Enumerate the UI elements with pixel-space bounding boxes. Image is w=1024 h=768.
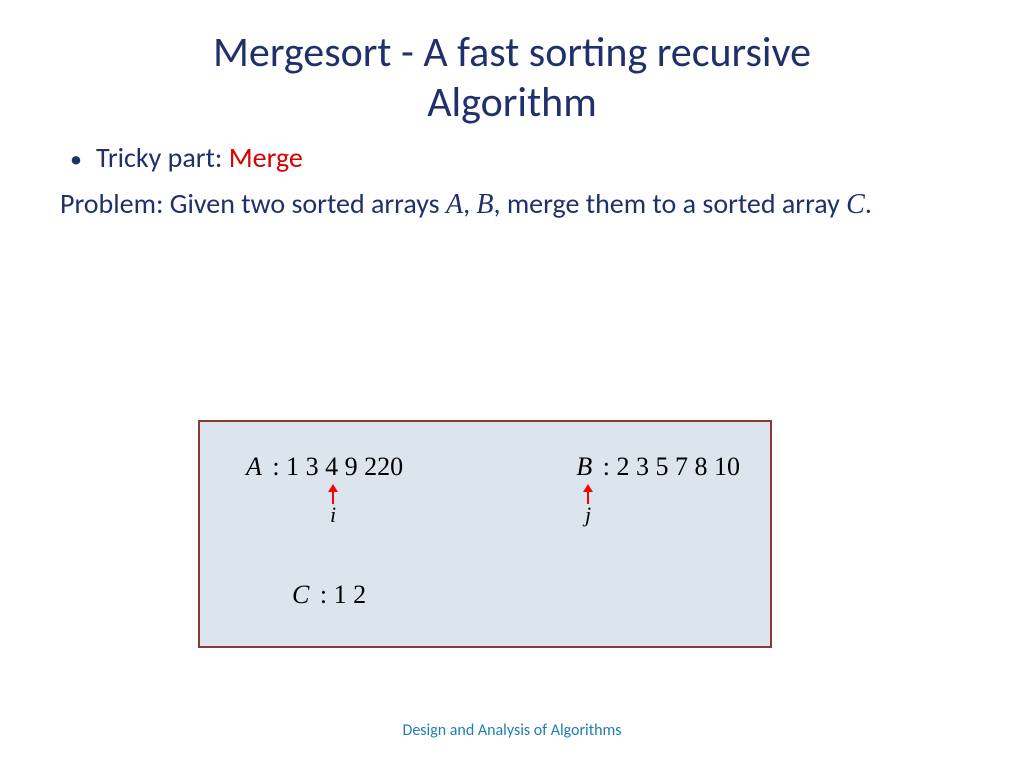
array-C: C : 1 2 [292,580,366,610]
array-A-label: A [246,452,262,481]
merge-diagram: A : 1 3 4 9 220 B : 2 3 5 7 8 10 i j C :… [198,420,772,648]
bullet-marker: • [70,143,82,177]
array-C-label: C [292,580,309,609]
arrow-up-icon [581,484,595,504]
slide-title: Mergesort - A fast sorting recursive Alg… [0,0,1024,127]
var-B: B [476,189,493,220]
row-arrays: A : 1 3 4 9 220 B : 2 3 5 7 8 10 [246,452,740,482]
comma: , [463,186,476,221]
array-A-values: : 1 3 4 9 220 [266,452,403,481]
array-C-values: : 1 2 [313,580,366,609]
slide-footer: Design and Analysis of Algorithms [0,721,1024,740]
bullet-tricky: • Tricky part: Merge [70,139,964,177]
var-C: C [846,189,865,220]
title-line-2: Algorithm [427,77,597,128]
array-B-label: B [576,452,592,481]
array-A: A : 1 3 4 9 220 [246,452,403,482]
problem-p2: , merge them to a sorted array [494,186,847,221]
problem-statement: Problem: Given two sorted arrays A, B, m… [60,185,964,224]
bullet-highlight: Merge [229,140,303,175]
var-A: A [446,189,463,220]
bullet-text: Tricky part: Merge [96,139,303,177]
bullet-prefix: Tricky part: [96,140,229,175]
slide-body: • Tricky part: Merge Problem: Given two … [0,127,1024,224]
pointer-j: j [578,484,598,524]
pointer-i-label: i [323,502,343,528]
arrow-up-icon [326,484,340,504]
problem-p1: Problem: Given two sorted arrays [60,186,446,221]
pointer-i: i [323,484,343,524]
array-B: B : 2 3 5 7 8 10 [576,452,740,482]
array-B-values: : 2 3 5 7 8 10 [596,452,740,481]
pointer-j-label: j [578,502,598,528]
problem-dot: . [865,186,872,221]
title-line-1: Mergesort - A fast sorting recursive [213,27,811,78]
